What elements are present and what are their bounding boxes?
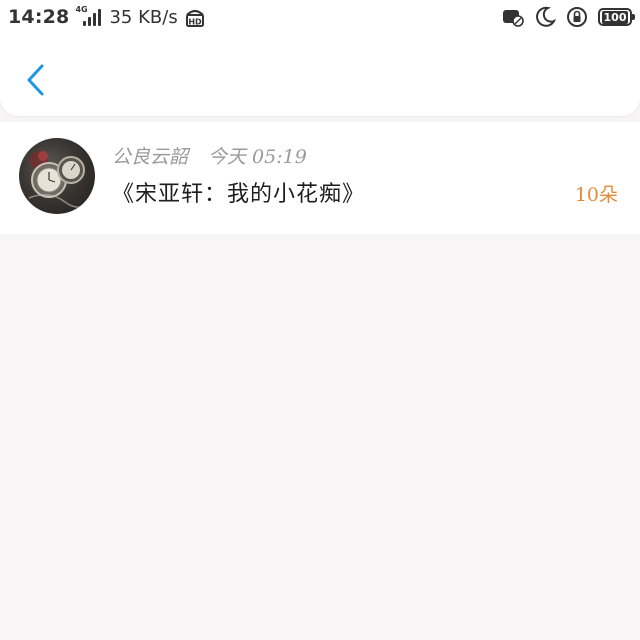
header: 14:28 4G 35 KB/s HD 100 bbox=[0, 0, 640, 116]
status-left: 14:28 4G 35 KB/s HD bbox=[8, 4, 206, 30]
item-title[interactable]: 《宋亚轩：我的小花痴》 bbox=[112, 176, 365, 208]
item-meta: 公良云韶 今天 05:19 bbox=[112, 142, 307, 169]
author-name[interactable]: 公良云韶 bbox=[112, 142, 188, 169]
post-time: 今天 05:19 bbox=[208, 146, 307, 168]
chevron-left-icon bbox=[27, 64, 44, 96]
moon-icon bbox=[536, 6, 556, 27]
flower-count: 10朵 bbox=[574, 184, 618, 206]
signal-icon: 4G bbox=[75, 5, 103, 28]
pocket-watch-image bbox=[28, 151, 95, 208]
list-item[interactable]: 公良云韶 今天 05:19 《宋亚轩：我的小花痴》 10朵 bbox=[0, 122, 640, 234]
battery-level: 100 bbox=[601, 10, 629, 24]
network-type: 4G bbox=[75, 5, 88, 14]
battery-icon: 100 bbox=[598, 8, 635, 26]
page: 14:28 4G 35 KB/s HD 100 公良云韶 今天 05:19 《宋… bbox=[0, 0, 640, 640]
status-bar: 14:28 4G 35 KB/s HD 100 bbox=[0, 0, 640, 34]
status-time: 14:28 bbox=[8, 6, 70, 28]
hd-voice-icon: HD bbox=[185, 9, 204, 27]
rotation-lock-icon bbox=[567, 7, 587, 27]
avatar[interactable] bbox=[19, 138, 95, 214]
status-right: 100 bbox=[502, 4, 635, 30]
svg-text:HD: HD bbox=[188, 18, 202, 27]
notification-icon bbox=[503, 10, 524, 27]
back-button[interactable] bbox=[18, 60, 52, 100]
network-speed: 35 KB/s bbox=[109, 6, 178, 28]
